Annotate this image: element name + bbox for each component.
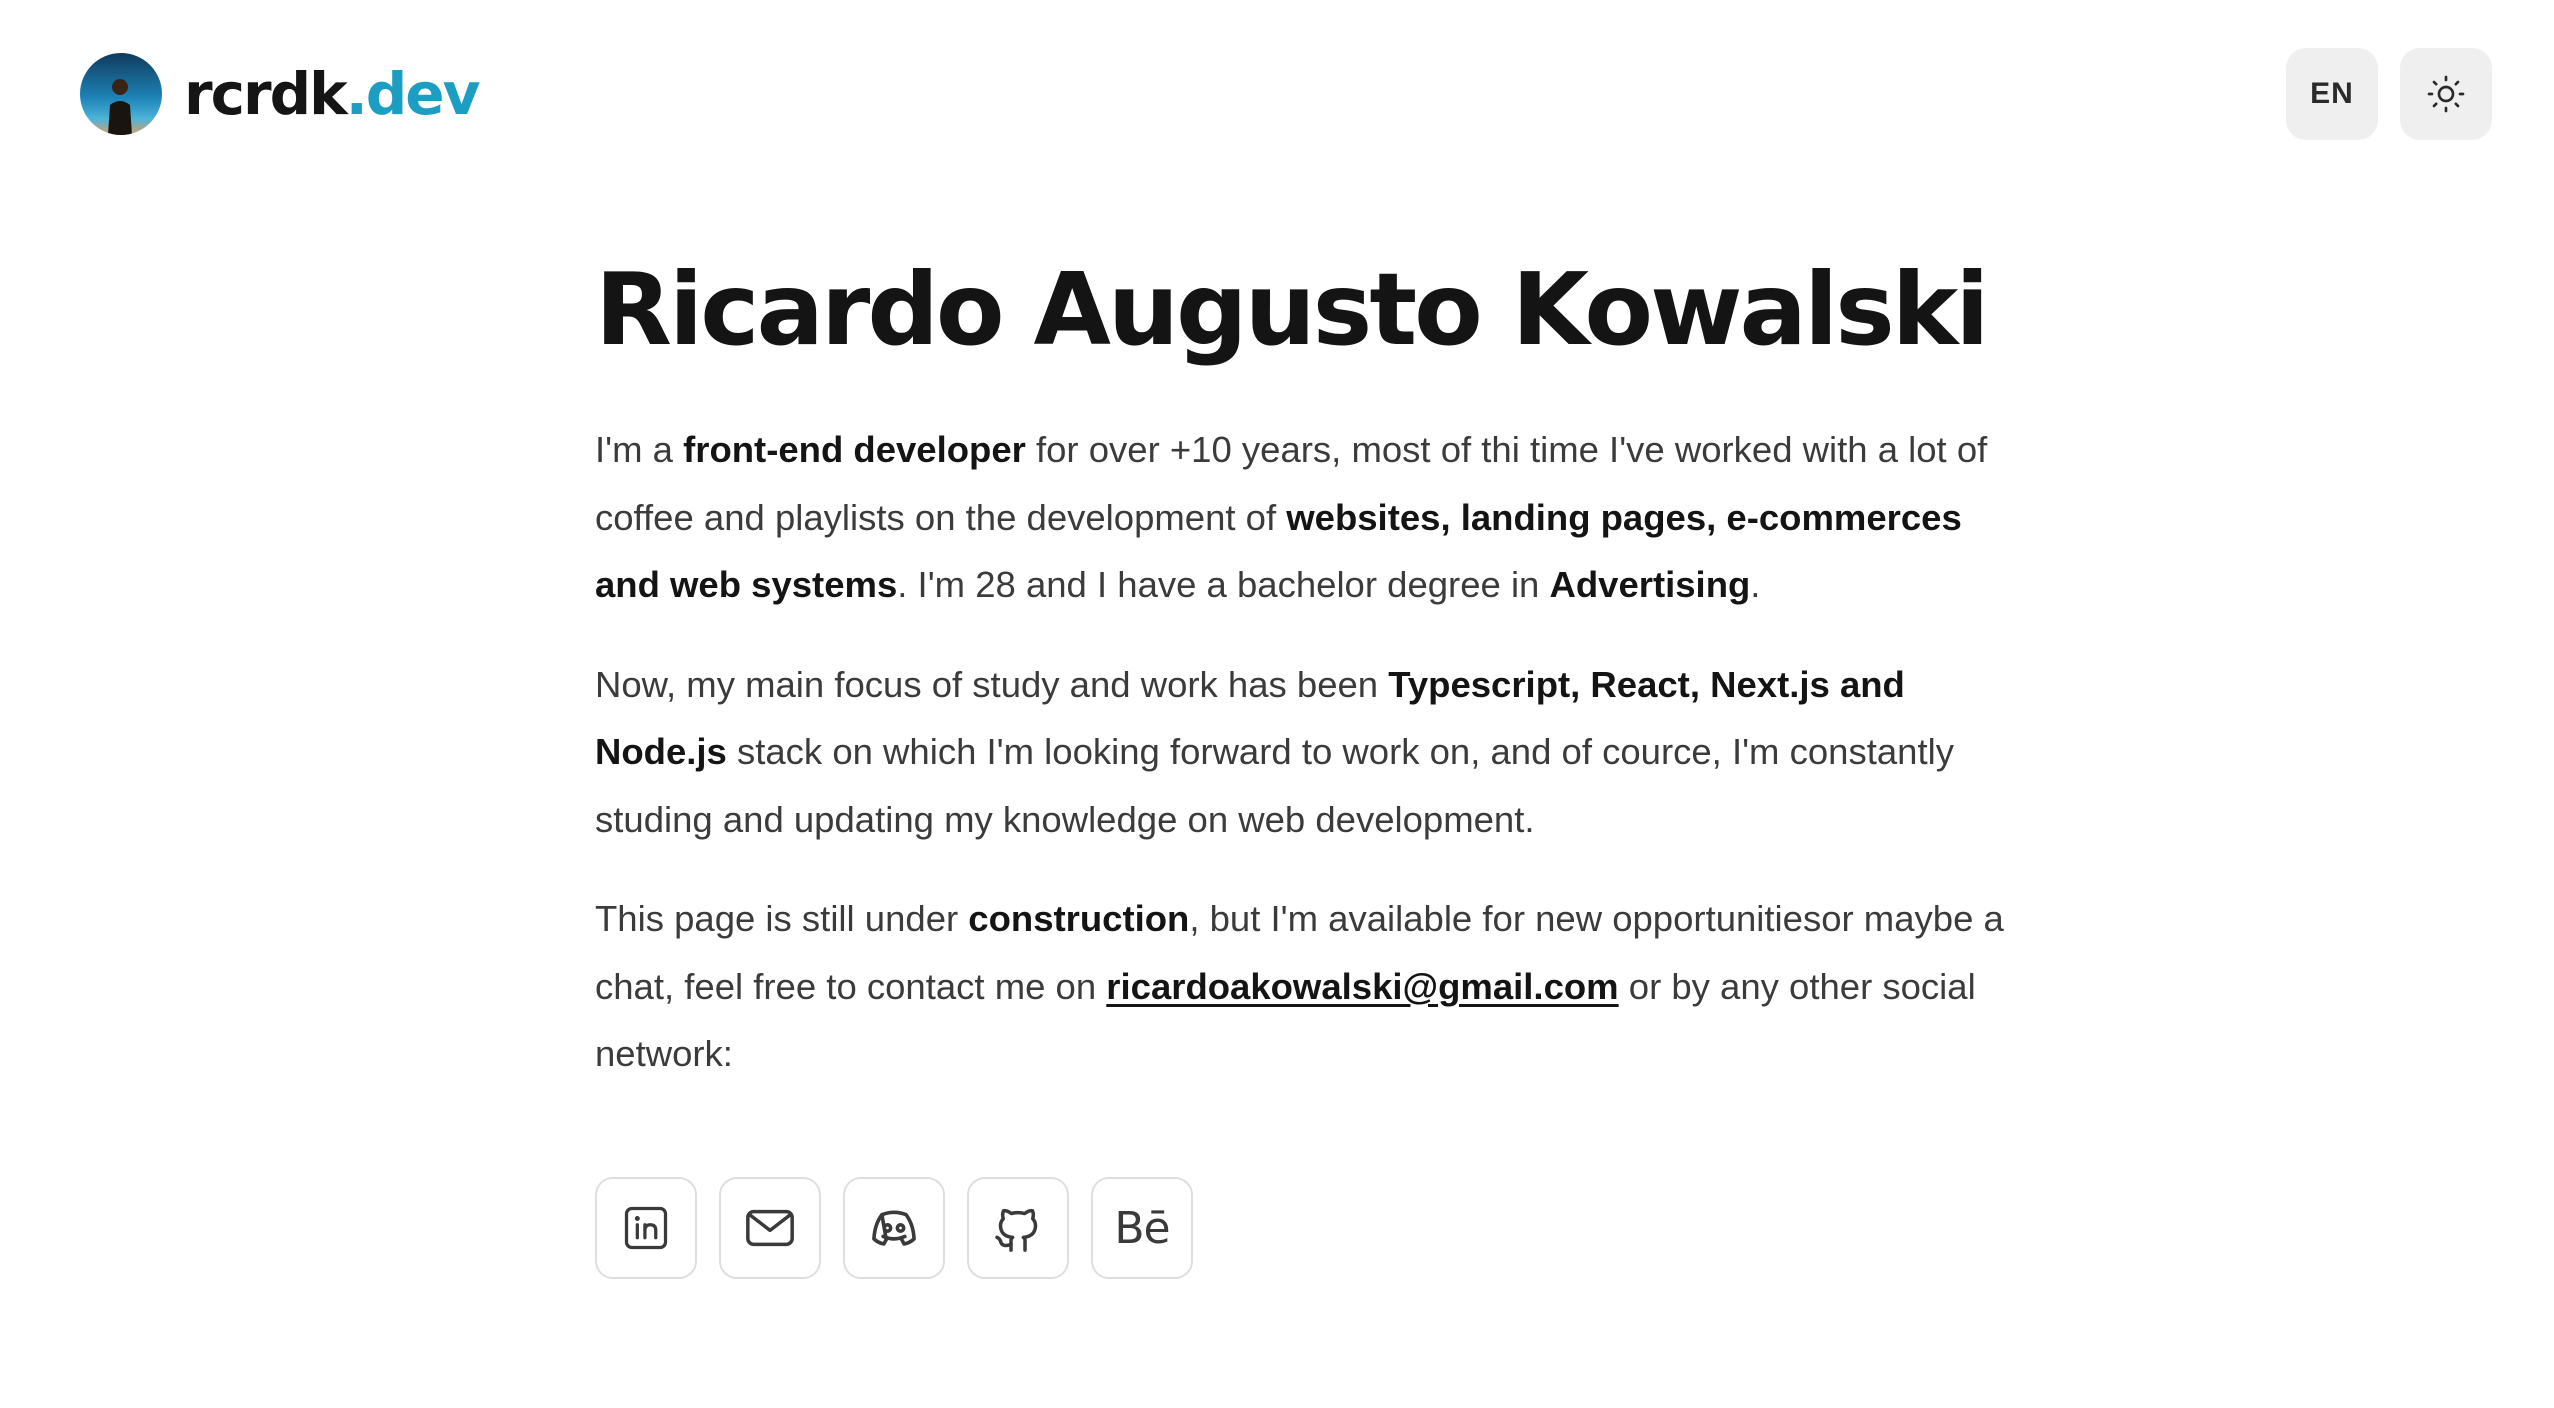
behance-button[interactable]: Bē: [1091, 1177, 1193, 1279]
intro-text-4: .: [1750, 564, 1761, 605]
site-header: rcrdk.dev EN: [0, 0, 2554, 190]
avatar-image: [80, 53, 162, 135]
main-content: Ricardo Augusto Kowalski I'm a front-end…: [595, 250, 2015, 1088]
github-button[interactable]: [967, 1177, 1069, 1279]
brand-name: rcrdk.dev: [184, 65, 480, 123]
brand-tld: .dev: [345, 60, 481, 128]
language-button[interactable]: EN: [2286, 48, 2378, 140]
linkedin-button[interactable]: [595, 1177, 697, 1279]
social-links: Bē: [595, 1177, 1193, 1279]
intro-text-3: . I'm 28 and I have a bachelor degree in: [897, 564, 1550, 605]
discord-button[interactable]: [843, 1177, 945, 1279]
linkedin-icon: [624, 1206, 668, 1250]
contact-text-1: This page is still under: [595, 898, 969, 939]
intro-paragraph: I'm a front-end developer for over +10 y…: [595, 416, 2015, 619]
github-icon: [995, 1208, 1038, 1252]
intro-bold-role: front-end developer: [683, 429, 1026, 470]
email-button[interactable]: [719, 1177, 821, 1279]
discord-icon: [872, 1210, 916, 1246]
page-title: Ricardo Augusto Kowalski: [595, 251, 1990, 368]
contact-paragraph: This page is still under construction, b…: [595, 885, 2015, 1088]
focus-text-2: stack on which I'm looking forward to wo…: [595, 731, 1954, 840]
theme-toggle-button[interactable]: [2400, 48, 2492, 140]
avatar: [80, 53, 162, 135]
contact-bold-construction: construction: [968, 898, 1190, 939]
email-link[interactable]: ricardoakowalski@gmail.com: [1106, 966, 1618, 1007]
intro-bold-degree: Advertising: [1549, 564, 1751, 605]
intro-text-1: I'm a: [595, 429, 684, 470]
brand-name-text: rcrdk: [184, 60, 348, 128]
sun-icon: [2427, 75, 2465, 113]
behance-icon: Bē: [1114, 1202, 1170, 1254]
brand-logo-link[interactable]: rcrdk.dev: [80, 53, 480, 135]
focus-paragraph: Now, my main focus of study and work has…: [595, 651, 2015, 854]
mail-icon: [746, 1209, 794, 1247]
focus-text-1: Now, my main focus of study and work has…: [595, 663, 1389, 705]
